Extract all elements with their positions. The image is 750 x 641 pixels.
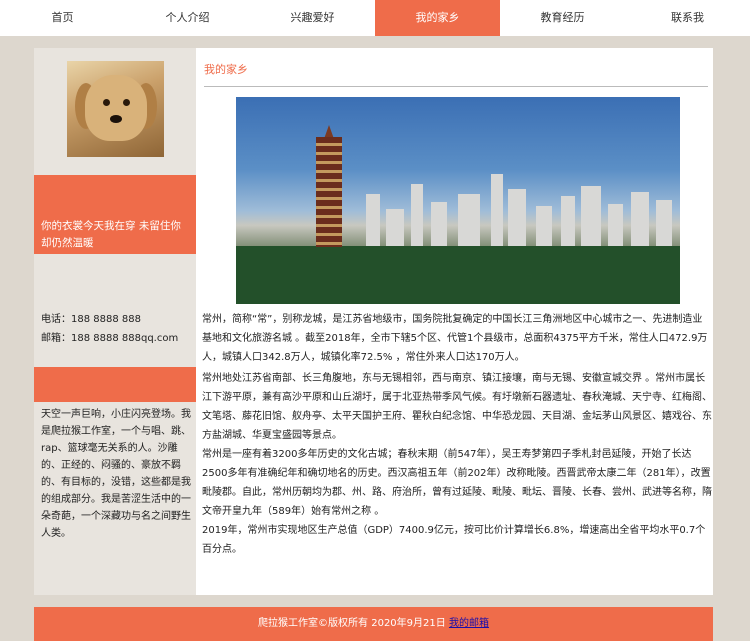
pagoda [316, 137, 342, 247]
nav-about[interactable]: 个人介绍 [125, 0, 250, 36]
main-content: 我的家乡 常州，简称“常”，别称龙城，是江苏省地级市，国务院批复确定的中国长江三… [196, 48, 713, 595]
phone-text: 电话：188 8888 888 [41, 314, 141, 325]
sidebar: 你的衣裳今天我在穿 未留住你却仍然温暖 电话：188 8888 888 邮箱：1… [34, 48, 196, 595]
quote-box: 你的衣裳今天我在穿 未留住你却仍然温暖 [34, 175, 196, 254]
quote-text: 你的衣裳今天我在穿 未留住你却仍然温暖 [41, 220, 181, 249]
title-divider [204, 86, 708, 87]
footer: 爬拉猴工作室©版权所有 2020年9月21日 我的邮箱 [34, 607, 713, 641]
dog-eye-left [103, 99, 110, 106]
footer-email-link[interactable]: 我的邮箱 [449, 618, 489, 629]
nav-contact[interactable]: 联系我 [625, 0, 750, 36]
nav-hobbies[interactable]: 兴趣爱好 [250, 0, 375, 36]
dog-nose [110, 115, 122, 123]
trees-foreground [236, 246, 680, 304]
paragraph-4: 2019年，常州市实现地区生产总值（GDP）7400.9亿元，按可比价计算增长6… [202, 525, 706, 555]
page-title: 我的家乡 [204, 63, 248, 76]
email-text: 邮箱：188 8888 888qq.com [41, 333, 179, 344]
nav-education[interactable]: 教育经历 [500, 0, 625, 36]
nav-hometown[interactable]: 我的家乡 [375, 0, 500, 36]
paragraph-2: 常州地处江苏省南部、长三角腹地，东与无锡相邻，西与南京、镇江接壤，南与无锡、安徽… [202, 373, 712, 441]
paragraph-1: 常州，简称“常”，别称龙城，是江苏省地级市，国务院批复确定的中国长江三角洲地区中… [202, 314, 708, 363]
nav-home[interactable]: 首页 [0, 0, 125, 36]
intro-text: 天空一声巨响，小庄闪亮登场。我是爬拉猴工作室，一个与唱、跳、rap、篮球毫无关系… [41, 409, 191, 539]
paragraph-3: 常州是一座有着3200多年历史的文化古城；春秋末期（前547年），吴王寿梦第四子… [202, 449, 712, 517]
dog-head [85, 75, 147, 141]
sidebar-divider-bar [34, 367, 196, 402]
dog-eye-right [123, 99, 130, 106]
footer-copyright: 爬拉猴工作室©版权所有 2020年9月21日 [258, 618, 449, 629]
city-skyline-photo [236, 97, 680, 304]
top-navigation: 首页 个人介绍 兴趣爱好 我的家乡 教育经历 联系我 [0, 0, 750, 36]
avatar-dog-photo [67, 61, 164, 157]
contact-info: 电话：188 8888 888 邮箱：188 8888 888qq.com [41, 310, 191, 348]
